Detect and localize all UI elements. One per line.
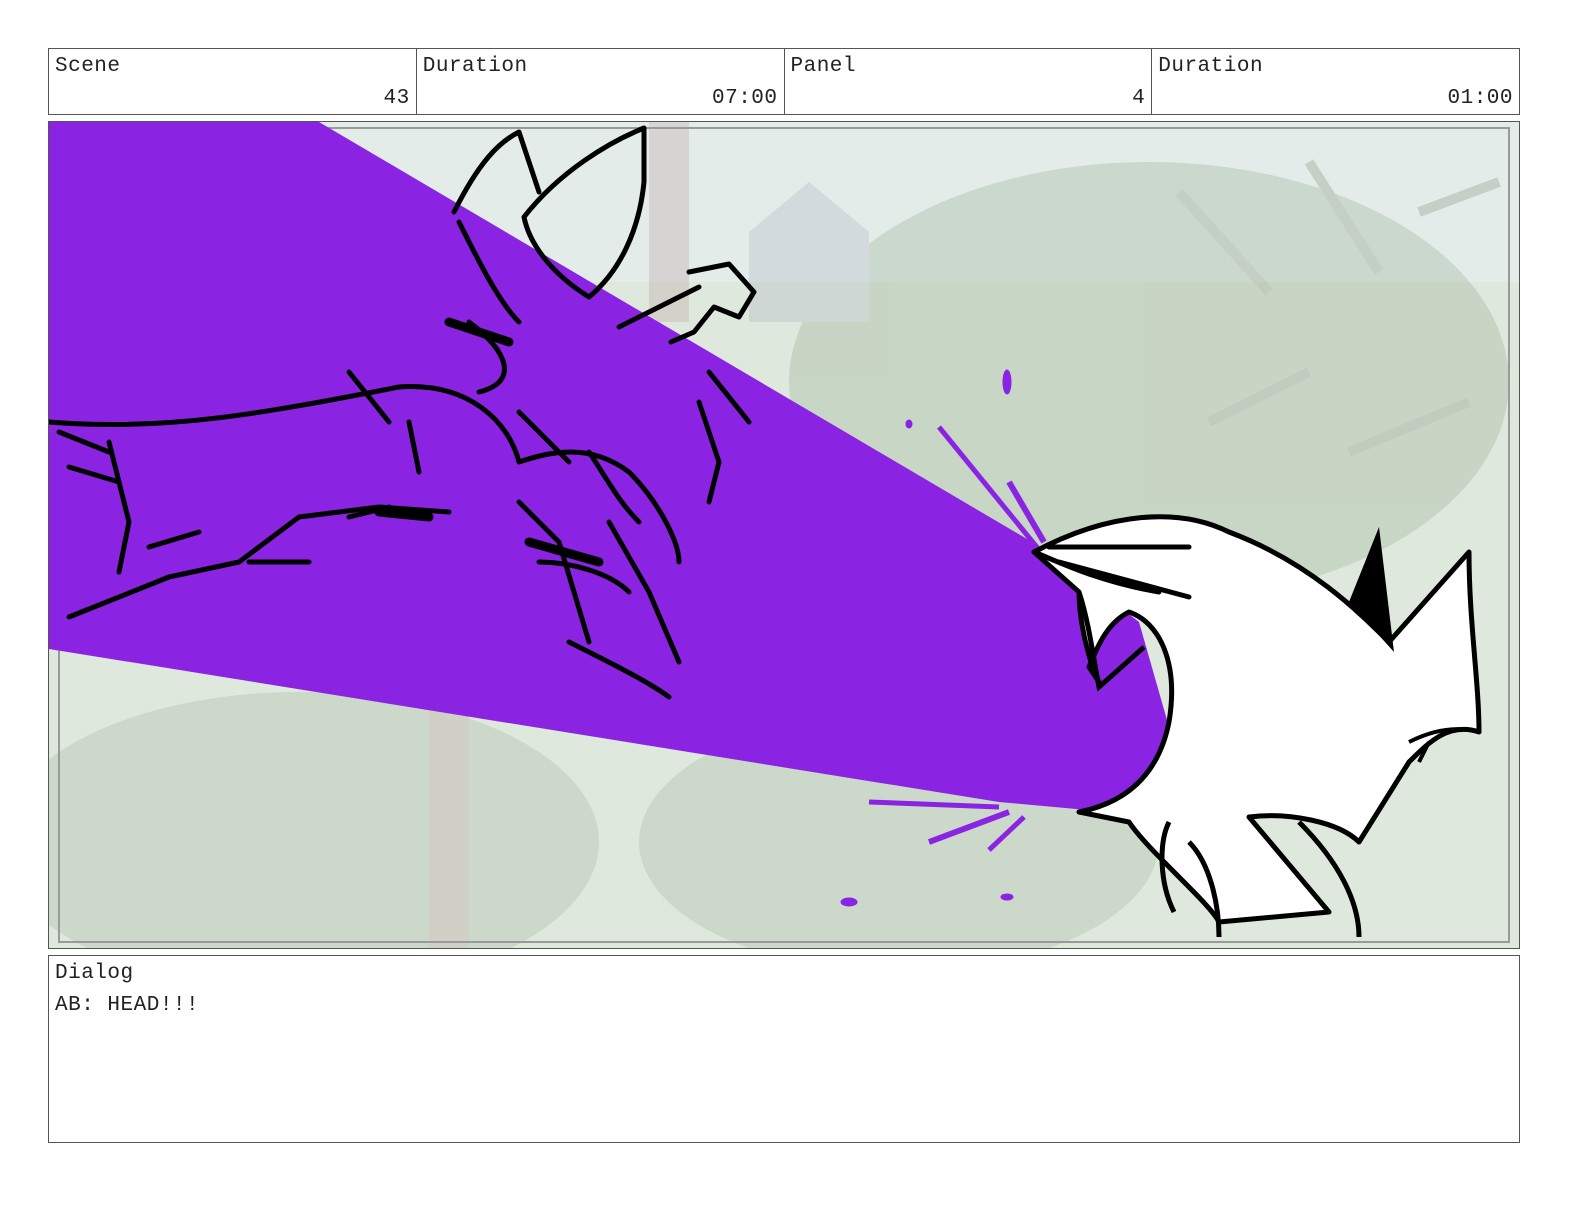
panel-duration-cell: Duration 01:00	[1152, 49, 1519, 114]
storyboard-header: Scene 43 Duration 07:00 Panel 4 Duration…	[48, 48, 1520, 115]
panel-illustration	[49, 122, 1519, 948]
panel-label: Panel	[790, 55, 857, 78]
panel-number: 4	[1132, 87, 1146, 110]
scene-cell: Scene 43	[49, 49, 417, 114]
dialog-label: Dialog	[55, 962, 134, 985]
panel-cell: Panel 4	[785, 49, 1153, 114]
storyboard-panel-image	[48, 121, 1520, 949]
scene-duration-value: 07:00	[711, 87, 778, 110]
dialog-box: Dialog AB: HEAD!!!	[48, 955, 1520, 1143]
scene-label: Scene	[55, 55, 121, 78]
panel-duration-value: 01:00	[1447, 87, 1513, 110]
scene-number: 43	[383, 87, 410, 110]
dialog-text: AB: HEAD!!!	[55, 994, 200, 1017]
scene-duration-label: Duration	[422, 55, 528, 78]
panel-duration-label: Duration	[1158, 55, 1264, 78]
scene-duration-cell: Duration 07:00	[417, 49, 785, 114]
